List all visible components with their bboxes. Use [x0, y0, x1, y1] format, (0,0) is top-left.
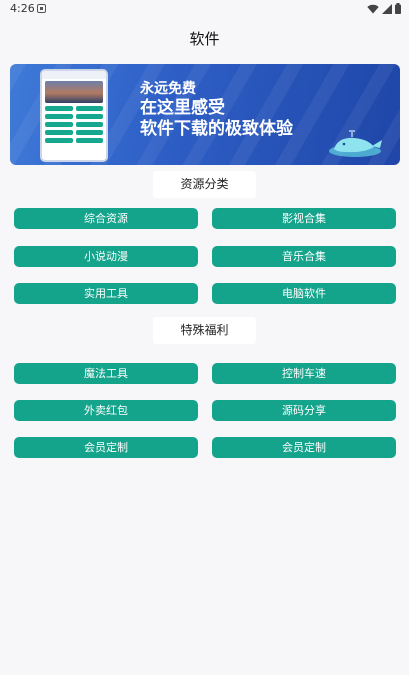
status-bar: 4:26: [0, 0, 409, 18]
button-source-code-share[interactable]: 源码分享: [212, 400, 396, 421]
button-novel-anime[interactable]: 小说动漫: [14, 246, 198, 267]
button-film-collection[interactable]: 影视合集: [212, 208, 396, 229]
status-time: 4:26: [10, 2, 35, 15]
signal-icon: [382, 3, 392, 14]
status-icons: [367, 3, 401, 14]
promo-banner[interactable]: 永远免费 在这里感受 软件下载的极致体验: [10, 64, 400, 165]
section-header-special-benefits: 特殊福利: [153, 317, 256, 344]
button-pc-software[interactable]: 电脑软件: [212, 283, 396, 304]
button-membership-custom-2[interactable]: 会员定制: [212, 437, 396, 458]
notification-icon: [37, 4, 46, 13]
banner-text: 永远免费 在这里感受 软件下载的极致体验: [140, 80, 293, 140]
button-comprehensive-resources[interactable]: 综合资源: [14, 208, 198, 229]
banner-line-2: 在这里感受: [140, 98, 225, 118]
banner-line-3: 软件下载的极致体验: [140, 119, 293, 139]
button-takeout-red-packet[interactable]: 外卖红包: [14, 400, 198, 421]
battery-icon: [395, 3, 401, 14]
button-magic-tools[interactable]: 魔法工具: [14, 363, 198, 384]
button-music-collection[interactable]: 音乐合集: [212, 246, 396, 267]
banner-line-1: 永远免费: [140, 81, 196, 97]
button-membership-custom-1[interactable]: 会员定制: [14, 437, 198, 458]
button-speed-control[interactable]: 控制车速: [212, 363, 396, 384]
page-title: 软件: [189, 30, 220, 48]
phone-mockup-image: [40, 69, 108, 162]
button-utility-tools[interactable]: 实用工具: [14, 283, 198, 304]
wifi-icon: [367, 4, 379, 13]
section-header-resources: 资源分类: [153, 171, 256, 198]
whale-illustration-icon: [329, 130, 382, 157]
